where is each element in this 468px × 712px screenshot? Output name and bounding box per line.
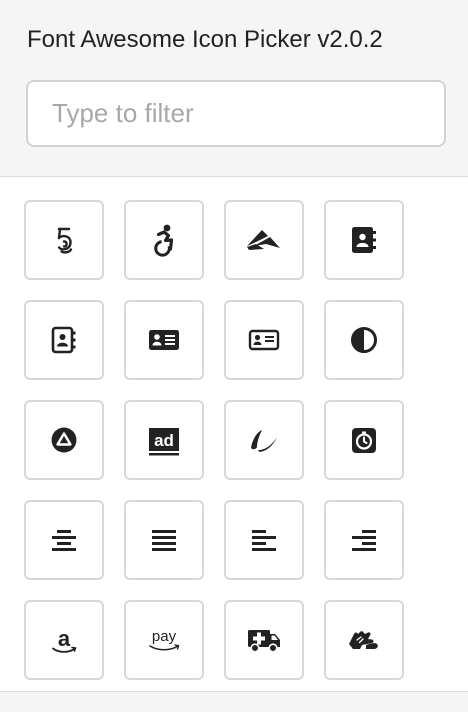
icon-option-accusoft[interactable]	[224, 200, 304, 280]
align-justify-icon	[152, 530, 176, 551]
picker-title: Font Awesome Icon Picker v2.0.2	[27, 26, 383, 53]
icon-option-500px[interactable]	[24, 200, 104, 280]
accusoft-icon	[247, 230, 280, 250]
icon-option-align-justify[interactable]	[124, 500, 204, 580]
adn-icon	[51, 427, 77, 453]
amazon-label: a	[58, 626, 71, 651]
address-card-regular-icon	[248, 329, 280, 351]
adversal-icon: ad	[149, 428, 179, 456]
address-card-solid-icon	[149, 330, 179, 350]
icon-option-address-card-regular[interactable]	[224, 300, 304, 380]
amazon-icon: a	[52, 626, 77, 653]
align-left-icon	[252, 530, 276, 551]
500px-icon	[57, 227, 73, 254]
icon-option-align-left[interactable]	[224, 500, 304, 580]
ambulance-icon	[248, 630, 280, 653]
amazon-pay-icon: pay	[149, 628, 180, 651]
icon-option-address-card-solid[interactable]	[124, 300, 204, 380]
filter-box[interactable]	[26, 80, 446, 147]
address-book-regular-icon	[51, 326, 76, 354]
adversal-label: ad	[154, 431, 174, 450]
address-book-solid-icon	[352, 227, 376, 253]
affiliatetheme-icon	[251, 430, 277, 452]
icon-option-align-right[interactable]	[324, 500, 404, 580]
alarm-clock-icon	[352, 428, 376, 453]
icon-grid: ad a pay	[24, 200, 404, 680]
icon-option-align-center[interactable]	[24, 500, 104, 580]
picker-footer	[0, 691, 468, 712]
icon-option-alarm-clock[interactable]	[324, 400, 404, 480]
icon-option-address-book-regular[interactable]	[24, 300, 104, 380]
american-sign-language-icon	[349, 631, 378, 649]
icon-option-accessible[interactable]	[124, 200, 204, 280]
icon-option-amazon[interactable]: a	[24, 600, 104, 680]
icon-option-american-sign-language[interactable]	[324, 600, 404, 680]
filter-input[interactable]	[28, 82, 444, 145]
icon-option-amazon-pay[interactable]: pay	[124, 600, 204, 680]
align-center-icon	[52, 530, 76, 551]
accessible-icon	[154, 224, 174, 257]
align-right-icon	[352, 530, 376, 551]
icon-option-ambulance[interactable]	[224, 600, 304, 680]
icon-picker: Font Awesome Icon Picker v2.0.2 Type to …	[0, 0, 468, 712]
icon-option-address-book-solid[interactable]	[324, 200, 404, 280]
icon-option-affiliatetheme[interactable]	[224, 400, 304, 480]
icon-option-adversal[interactable]: ad	[124, 400, 204, 480]
icon-option-adjust[interactable]	[324, 300, 404, 380]
icon-option-adn[interactable]	[24, 400, 104, 480]
amazon-pay-label: pay	[152, 628, 177, 645]
adjust-icon	[351, 327, 377, 353]
picker-header: Font Awesome Icon Picker v2.0.2	[0, 0, 468, 177]
